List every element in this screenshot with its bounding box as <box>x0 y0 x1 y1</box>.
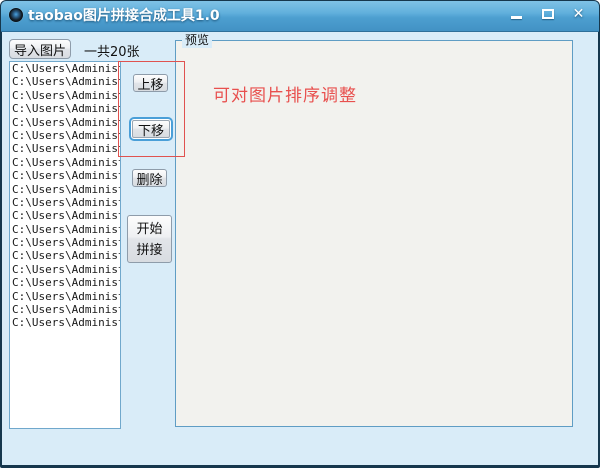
file-list-item[interactable]: C:\Users\Administr <box>10 129 120 142</box>
close-icon: ✕ <box>572 6 585 22</box>
move-up-button[interactable]: 上移 <box>133 74 168 92</box>
file-list-item[interactable]: C:\Users\Administr <box>10 290 120 303</box>
minimize-button[interactable] <box>504 4 529 24</box>
file-list-item[interactable]: C:\Users\Administr <box>10 142 120 155</box>
file-list-item[interactable]: C:\Users\Administr <box>10 316 120 329</box>
sort-hint-annotation: 可对图片排序调整 <box>213 86 357 106</box>
file-list-item[interactable]: C:\Users\Administr <box>10 263 120 276</box>
window-controls: ✕ <box>504 4 591 26</box>
file-list-item[interactable]: C:\Users\Administr <box>10 102 120 115</box>
file-list-item[interactable]: C:\Users\Administr <box>10 276 120 289</box>
file-list-item[interactable]: C:\Users\Administr <box>10 75 120 88</box>
file-list-item[interactable]: C:\Users\Administr <box>10 249 120 262</box>
window-title: taobao图片拼接合成工具1.0 <box>28 8 220 24</box>
file-list-item[interactable]: C:\Users\Administr <box>10 303 120 316</box>
move-down-button[interactable]: 下移 <box>132 120 170 138</box>
file-list-item[interactable]: C:\Users\Administr <box>10 116 120 129</box>
import-images-button[interactable]: 导入图片 <box>9 39 71 59</box>
app-window: taobao图片拼接合成工具1.0 ✕ 导入图片 一共20张 C:\Users\… <box>0 0 600 468</box>
titlebar[interactable]: taobao图片拼接合成工具1.0 ✕ <box>1 1 599 32</box>
maximize-button[interactable] <box>535 4 560 24</box>
close-button[interactable]: ✕ <box>566 4 591 24</box>
move-down-button-focus-ring: 下移 <box>129 117 173 141</box>
preview-groupbox: 预览 可对图片排序调整 <box>175 33 573 427</box>
file-list-item[interactable]: C:\Users\Administr <box>10 62 120 75</box>
file-list-item[interactable]: C:\Users\Administr <box>10 156 120 169</box>
delete-button[interactable]: 删除 <box>132 169 167 187</box>
file-list-item[interactable]: C:\Users\Administr <box>10 236 120 249</box>
file-list-item[interactable]: C:\Users\Administr <box>10 196 120 209</box>
file-list-item[interactable]: C:\Users\Administr <box>10 183 120 196</box>
app-icon <box>9 8 23 22</box>
client-area: 导入图片 一共20张 C:\Users\Administr C:\Users\Ad… <box>2 32 598 465</box>
maximize-icon <box>541 9 554 19</box>
image-count-label: 一共20张 <box>84 45 140 60</box>
file-list-item[interactable]: C:\Users\Administr <box>10 89 120 102</box>
preview-group-label: 预览 <box>182 33 213 48</box>
file-list-item[interactable]: C:\Users\Administr <box>10 169 120 182</box>
file-list-item[interactable]: C:\Users\Administr <box>10 209 120 222</box>
minimize-icon <box>511 16 522 19</box>
file-list[interactable]: C:\Users\Administr C:\Users\Administr C:\U… <box>9 61 121 429</box>
file-list-item[interactable]: C:\Users\Administr <box>10 223 120 236</box>
start-stitch-button[interactable]: 开始 拼接 <box>127 215 172 263</box>
